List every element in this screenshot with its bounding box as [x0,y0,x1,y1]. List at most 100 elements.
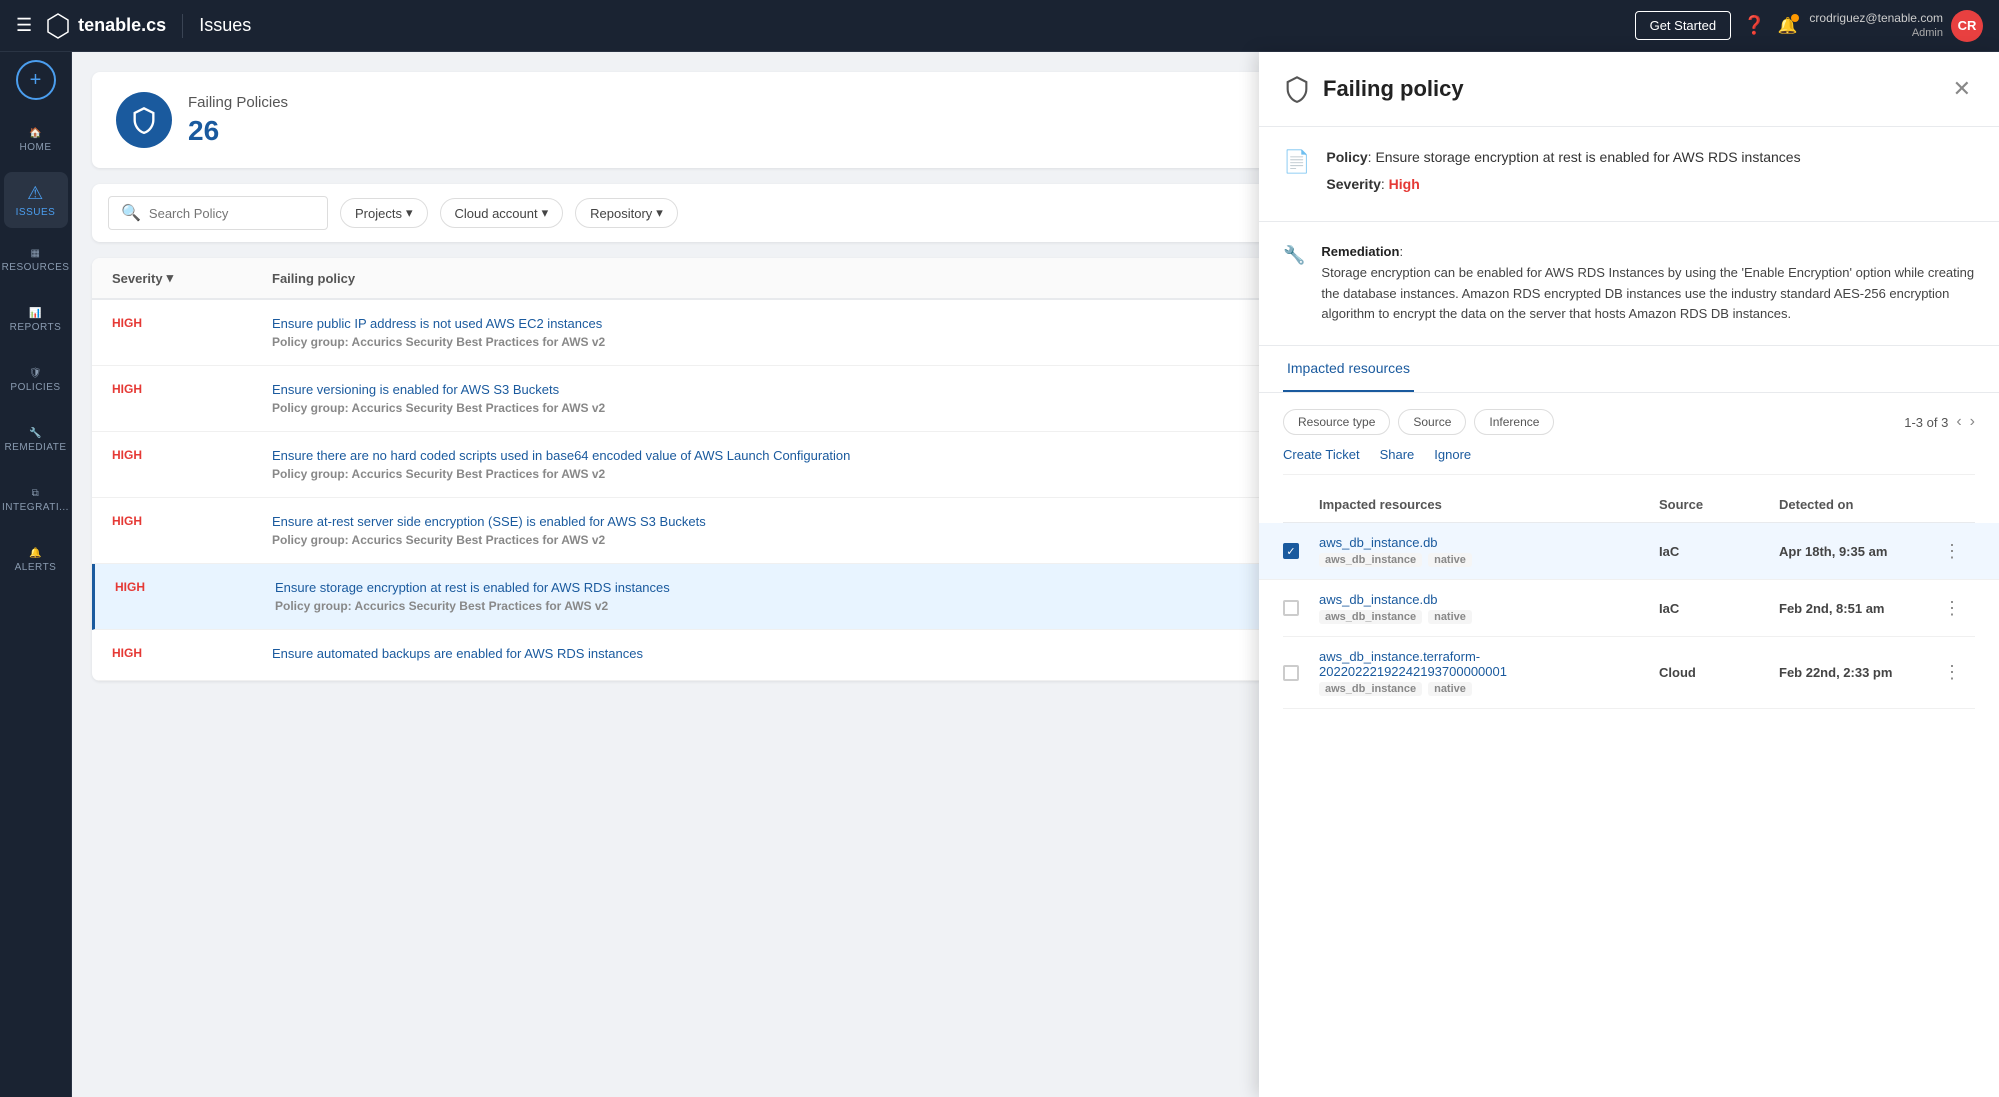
policy-group: Policy group: Accurics Security Best Pra… [272,401,605,415]
next-page-button[interactable]: › [1970,413,1975,431]
resource-source-1: IaC [1659,601,1779,616]
remediation-text: Remediation: Storage encryption can be e… [1321,242,1975,325]
cloud-account-filter[interactable]: Cloud account ▾ [440,198,564,228]
resource-name-2[interactable]: aws_db_instance.terraform-20220222192242… [1319,649,1659,679]
resource-source-2: Cloud [1659,665,1779,680]
severity-badge: HIGH [115,580,145,594]
resource-name-0[interactable]: aws_db_instance.db [1319,535,1659,550]
search-box[interactable]: 🔍 [108,196,328,230]
repository-filter-label: Repository [590,206,652,221]
prev-page-button[interactable]: ‹ [1956,413,1961,431]
severity-badge: HIGH [112,448,142,462]
header-text: Failing Policies 26 [188,94,288,147]
user-info: crodriguez@tenable.com Admin [1809,11,1943,41]
panel-body: 📄 Policy: Ensure storage encryption at r… [1259,127,1999,1097]
pagination-text: 1-3 of 3 [1904,415,1948,430]
policy-info-section: 📄 Policy: Ensure storage encryption at r… [1259,127,1999,222]
sidebar-item-alerts[interactable]: 🔔 ALERTS [4,532,68,588]
ignore-link[interactable]: Ignore [1434,447,1471,462]
resource-detected-0: Apr 18th, 9:35 am [1779,544,1939,559]
remediation-label: Remediation [1321,244,1399,259]
resources-table: Impacted resources Source Detected on ✓ … [1283,487,1975,709]
resource-name-1[interactable]: aws_db_instance.db [1319,592,1659,607]
projects-filter[interactable]: Projects ▾ [340,198,428,228]
policy-group: Policy group: Accurics Security Best Pra… [272,533,605,547]
sidebar-item-label: HOME [20,142,52,153]
sidebar-item-label: ISSUES [16,207,56,218]
severity-badge: HIGH [112,382,142,396]
severity-value: High [1389,176,1420,192]
sidebar-item-label: ALERTS [15,562,57,573]
policy-details: Policy: Ensure storage encryption at res… [1326,147,1800,201]
document-icon: 📄 [1283,149,1310,175]
search-input[interactable] [149,206,315,221]
notifications-button[interactable]: 🔔 [1777,16,1797,36]
help-icon-button[interactable]: ❓ [1743,15,1765,36]
alerts-icon: 🔔 [29,548,42,559]
sidebar-item-reports[interactable]: 📊 REPORTS [4,292,68,348]
user-email: crodriguez@tenable.com [1809,11,1943,27]
resource-type-chip[interactable]: Resource type [1283,409,1390,435]
pagination: 1-3 of 3 ‹ › [1904,413,1975,431]
add-button[interactable]: + [16,60,56,100]
resource-tags-1: aws_db_instance native [1319,610,1659,624]
resource-checkbox-0[interactable]: ✓ [1283,543,1299,559]
panel-close-button[interactable]: ✕ [1949,72,1975,106]
integrations-icon: ⧉ [32,488,40,499]
inference-chip[interactable]: Inference [1474,409,1554,435]
sidebar-item-home[interactable]: 🏠 HOME [4,112,68,168]
avatar[interactable]: CR [1951,10,1983,42]
row-menu-button-0[interactable]: ⋮ [1939,537,1965,565]
remediation-section: 🔧 Remediation: Storage encryption can be… [1259,222,1999,346]
filter-chips-row: Resource type Source Inference 1-3 of 3 … [1283,409,1975,435]
sidebar-item-remediate[interactable]: 🔧 REMEDIATE [4,412,68,468]
source-chip[interactable]: Source [1398,409,1466,435]
sidebar-item-resources[interactable]: ▦ RESOURCES [4,232,68,288]
tab-impacted-resources[interactable]: Impacted resources [1283,346,1414,392]
severity-text: Severity: High [1326,174,1800,195]
panel-tabs: Impacted resources [1259,346,1999,393]
severity-badge: HIGH [112,646,142,660]
severity-column-header[interactable]: Severity ▾ [112,270,272,286]
severity-badge: HIGH [112,514,142,528]
resource-tag: aws_db_instance [1319,553,1422,567]
home-icon: 🏠 [29,128,42,139]
get-started-button[interactable]: Get Started [1635,11,1731,40]
user-role: Admin [1809,26,1943,40]
severity-badge: HIGH [112,316,142,330]
repository-filter[interactable]: Repository ▾ [575,198,678,228]
resource-tag: native [1428,610,1472,624]
sidebar-item-label: POLICIES [10,382,60,393]
resource-tags-0: aws_db_instance native [1319,553,1659,567]
policy-group: Policy group: Accurics Security Best Pra… [272,335,605,349]
sidebar-item-label: RESOURCES [2,262,70,273]
create-ticket-link[interactable]: Create Ticket [1283,447,1360,462]
reports-icon: 📊 [29,308,42,319]
source-col-header: Source [1659,497,1779,512]
resource-checkbox-2[interactable] [1283,665,1299,681]
row-menu-button-2[interactable]: ⋮ [1939,658,1965,686]
resource-tags-2: aws_db_instance native [1319,682,1659,696]
resources-icon: ▦ [31,248,41,259]
navbar-right: Get Started ❓ 🔔 crodriguez@tenable.com A… [1635,10,1983,42]
sidebar-item-integrations[interactable]: ⧉ INTEGRATI... [4,472,68,528]
sidebar-item-issues[interactable]: ⚠ ISSUES [4,172,68,228]
share-link[interactable]: Share [1380,447,1415,462]
navbar: ☰ tenable.cs Issues Get Started ❓ 🔔 crod… [0,0,1999,52]
logo-text: tenable.cs [78,15,166,36]
sort-icon: ▾ [167,270,174,286]
row-menu-button-1[interactable]: ⋮ [1939,594,1965,622]
search-icon: 🔍 [121,203,141,223]
header-shield-icon [116,92,172,148]
app-logo: tenable.cs [44,12,166,40]
sidebar-item-policies[interactable]: 🛡 POLICIES [4,352,68,408]
resource-tag: native [1428,553,1472,567]
menu-icon[interactable]: ☰ [16,15,32,36]
chevron-down-icon: ▾ [542,205,549,221]
policy-name-value: Ensure storage encryption at rest is ena… [1375,149,1800,165]
user-menu[interactable]: crodriguez@tenable.com Admin CR [1809,10,1983,42]
sidebar-item-label: REMEDIATE [4,442,66,453]
filter-chips-left: Resource type Source Inference [1283,409,1554,435]
resource-checkbox-1[interactable] [1283,600,1299,616]
resource-detected-1: Feb 2nd, 8:51 am [1779,601,1939,616]
